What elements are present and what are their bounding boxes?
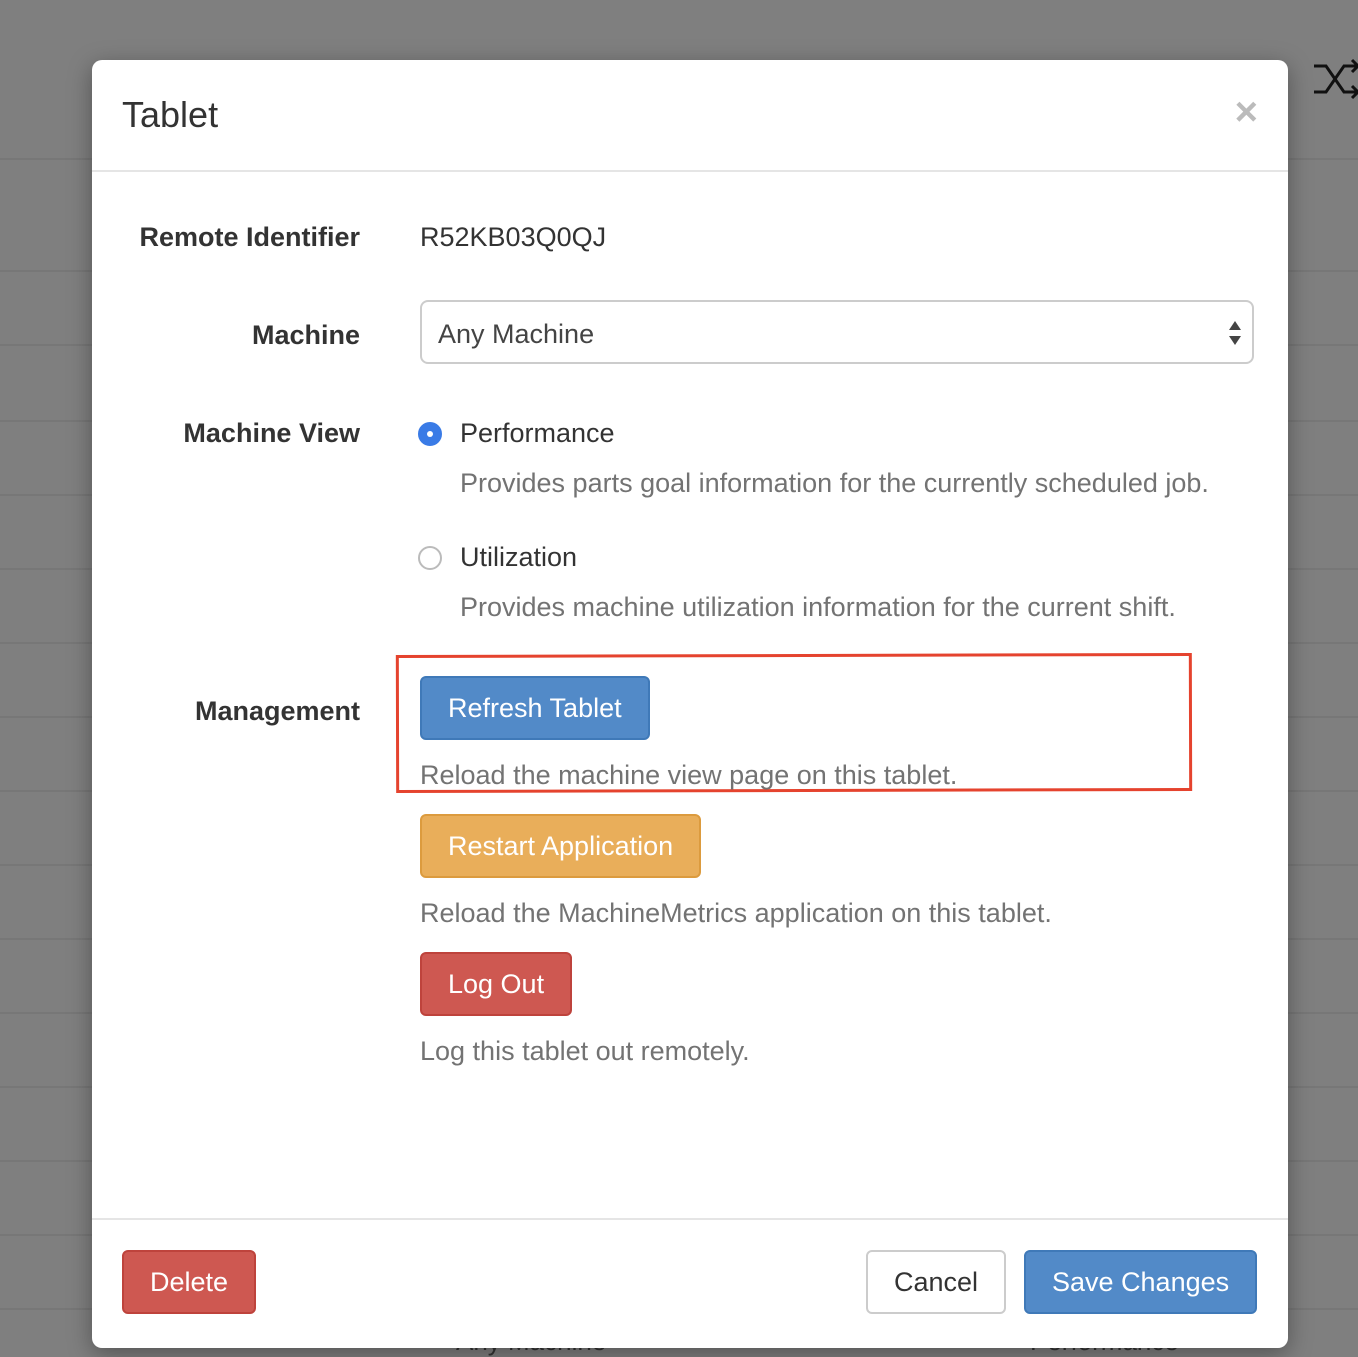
remote-identifier-label: Remote Identifier (139, 222, 360, 252)
restart-application-help-text: Reload the MachineMetrics application on… (420, 898, 1052, 928)
machine-label: Machine (251, 320, 360, 350)
radio-utilization-label[interactable]: Utilization (460, 542, 577, 573)
utilization-help-text: Provides machine utilization information… (460, 592, 1176, 622)
tablet-modal: Tablet × Remote Identifier R52KB03Q0QJ M… (92, 60, 1288, 1348)
machine-view-label: Machine View (183, 418, 360, 448)
log-out-button[interactable]: Log Out (420, 952, 573, 1016)
radio-utilization[interactable] (418, 546, 442, 570)
refresh-tablet-help-text: Reload the machine view page on this tab… (420, 760, 958, 790)
radio-performance-label[interactable]: Performance (460, 418, 615, 449)
performance-help-text: Provides parts goal information for the … (460, 468, 1209, 498)
remote-identifier-value: R52KB03Q0QJ (420, 222, 607, 252)
refresh-tablet-button[interactable]: Refresh Tablet (420, 676, 650, 740)
machine-select-value: Any Machine (438, 319, 595, 349)
select-arrows-icon (1229, 321, 1241, 345)
management-label: Management (194, 696, 360, 726)
machine-select[interactable]: Any Machine (420, 300, 1254, 364)
radio-performance[interactable] (418, 422, 442, 446)
modal-footer: Delete Cancel Save Changes (92, 1218, 1288, 1348)
restart-application-button[interactable]: Restart Application (420, 814, 702, 878)
delete-button[interactable]: Delete (122, 1250, 257, 1314)
modal-title: Tablet (122, 94, 219, 135)
cancel-button[interactable]: Cancel (866, 1250, 1007, 1314)
shuffle-icon[interactable] (1312, 54, 1358, 104)
log-out-help-text: Log this tablet out remotely. (420, 1036, 750, 1066)
modal-header: Tablet × (92, 60, 1288, 172)
save-changes-button[interactable]: Save Changes (1024, 1250, 1258, 1314)
close-icon[interactable]: × (1235, 92, 1258, 132)
